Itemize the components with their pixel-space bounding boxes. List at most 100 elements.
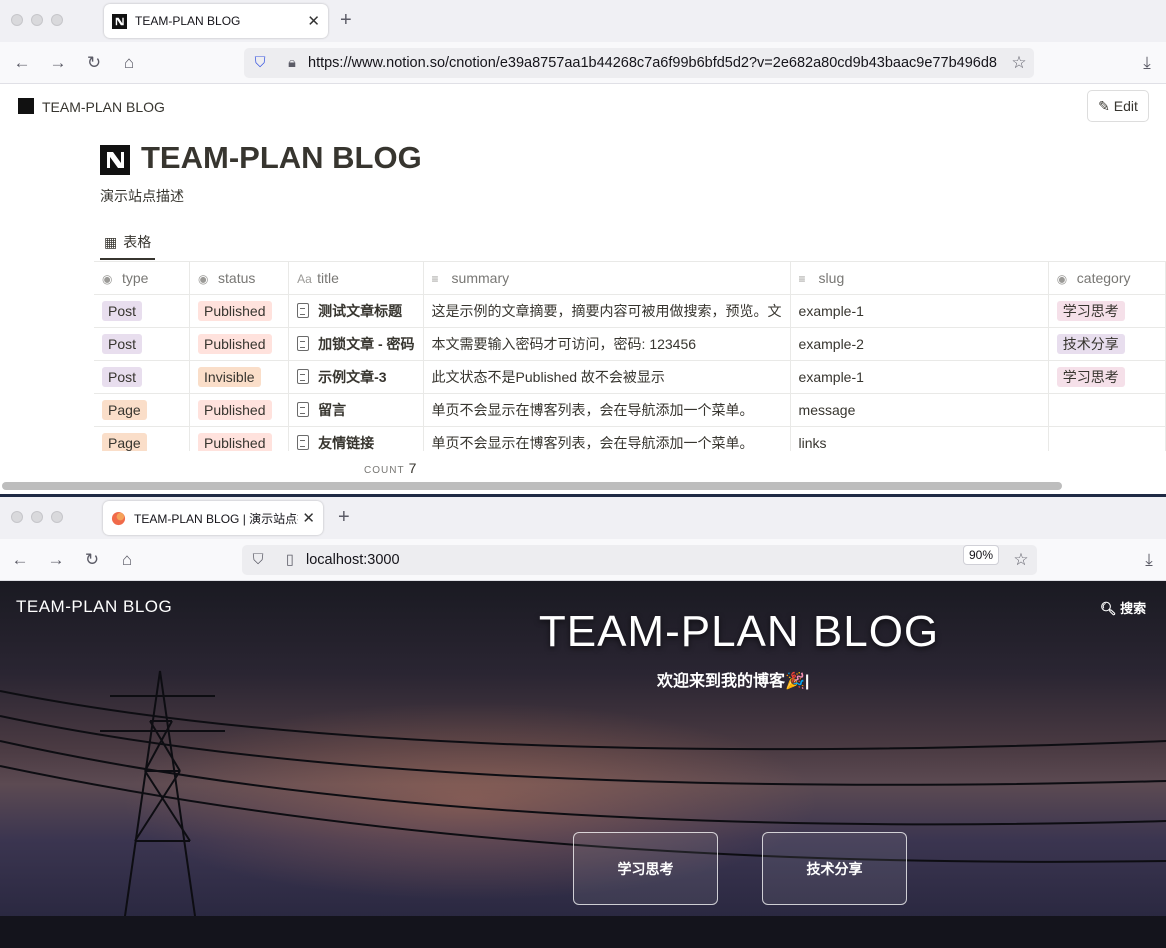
table-header-row: ◉ type ◉ status Aa title ≡ summary ≡ slug ◉ ca…: [94, 262, 1166, 295]
table-row[interactable]: Page Published 留言 单页不会显示在博客列表，会在导航添加一个菜单…: [94, 393, 1166, 427]
downloads-icon[interactable]: ⤓: [1138, 549, 1160, 571]
horizontal-scrollbar[interactable]: [2, 482, 1062, 490]
summary-cell: 此文状态不是Published 故不会被显示: [423, 360, 791, 394]
home-icon[interactable]: ⌂: [116, 549, 138, 571]
status-tag: Invisible: [198, 366, 261, 387]
slug-cell: links: [790, 426, 1049, 451]
forward-arrow-icon[interactable]: →: [45, 549, 67, 571]
shield-icon[interactable]: ⛉: [250, 552, 266, 568]
workspace-name[interactable]: TEAM-PLAN BLOG: [42, 99, 165, 115]
column-header-title[interactable]: Aa title: [288, 262, 424, 295]
shield-icon[interactable]: ⛉: [252, 55, 268, 71]
slug-cell: example-2: [790, 327, 1049, 361]
page-icon: ▯: [286, 552, 294, 568]
type-tag: Post: [102, 300, 143, 321]
category-button-tech[interactable]: 技术分享: [762, 832, 907, 905]
browser-tab[interactable]: TEAM-PLAN BLOG ✕: [104, 4, 328, 38]
minimize-window-button[interactable]: [31, 14, 43, 26]
table-row[interactable]: Post Invisible 示例文章-3 此文状态不是Published 故不…: [94, 360, 1166, 394]
column-header-summary[interactable]: ≡ summary: [423, 262, 791, 295]
url-text: https://www.notion.so/cnotion/e39a8757aa…: [308, 55, 997, 71]
new-tab-button[interactable]: +: [340, 9, 352, 32]
summary-cell: 本文需要输入密码才可访问，密码: 123456: [423, 327, 791, 361]
column-header-category[interactable]: ◉ category: [1048, 262, 1166, 295]
downloads-icon[interactable]: ⤓: [1136, 52, 1158, 74]
blog-favicon-icon: [111, 511, 126, 525]
column-header-slug[interactable]: ≡ slug: [790, 262, 1049, 295]
window-controls: [11, 14, 63, 26]
row-count: COUNT 7: [364, 460, 418, 476]
document-icon: [297, 368, 310, 384]
forward-arrow-icon[interactable]: →: [47, 52, 69, 74]
table-icon: ▦: [104, 233, 118, 250]
title-cell[interactable]: 示例文章-3: [288, 360, 424, 394]
zoom-window-button[interactable]: [51, 511, 63, 523]
hero-banner: TEAM-PLAN BLOG 🔍︎ 搜索 TEAM-PLAN BLOG 欢迎来到…: [0, 581, 1166, 948]
address-bar[interactable]: ⛉ 🔒︎ https://www.notion.so/cnotion/e39a8…: [244, 48, 1034, 78]
blog-browser-window: TEAM-PLAN BLOG | 演示站点描述 ✕ + ← → ↻ ⌂ ⛉ ▯ …: [0, 494, 1166, 948]
column-header-status[interactable]: ◉ status: [189, 262, 290, 295]
tab-bar: TEAM-PLAN BLOG ✕ +: [0, 0, 1166, 42]
home-icon[interactable]: ⌂: [118, 52, 140, 74]
new-tab-button[interactable]: +: [338, 506, 350, 529]
bookmark-star-icon[interactable]: ☆: [1008, 52, 1030, 74]
edit-button[interactable]: ✎ Edit: [1087, 90, 1149, 122]
close-tab-icon[interactable]: ✕: [307, 12, 320, 30]
title-cell[interactable]: 友情链接: [288, 426, 424, 451]
browser-tab[interactable]: TEAM-PLAN BLOG | 演示站点描述 ✕: [103, 501, 323, 535]
reload-icon[interactable]: ↻: [81, 549, 103, 571]
category-button-study[interactable]: 学习思考: [573, 832, 718, 905]
zoom-window-button[interactable]: [51, 14, 63, 26]
close-window-button[interactable]: [11, 14, 23, 26]
notion-topbar: TEAM-PLAN BLOG ✎ Edit: [0, 84, 1166, 130]
status-tag: Published: [198, 399, 272, 420]
row-count-value: 7: [408, 460, 418, 476]
document-icon: [297, 401, 310, 417]
page-description: 演示站点描述: [100, 188, 184, 204]
close-tab-icon[interactable]: ✕: [302, 509, 315, 527]
page-title: TEAM-PLAN BLOG: [141, 140, 422, 175]
url-text: localhost:3000: [306, 552, 400, 568]
zoom-level[interactable]: 90%: [963, 545, 1000, 565]
nav-bar: ← → ↻ ⌂ ⛉ ▯ localhost:3000 90% ☆ ⤓: [0, 539, 1166, 581]
summary-cell: 这是示例的文章摘要，摘要内容可被用做搜索，预览。文: [423, 294, 791, 328]
status-tag: Published: [198, 300, 272, 321]
column-header-type[interactable]: ◉ type: [94, 262, 191, 295]
lock-icon[interactable]: 🔒︎: [284, 55, 300, 71]
type-tag: Post: [102, 333, 143, 354]
lines-prop-icon: ≡: [798, 271, 806, 286]
table-row[interactable]: Page Published 友情链接 单页不会显示在博客列表，会在导航添加一个…: [94, 426, 1166, 451]
document-icon: [297, 302, 310, 318]
workspace-logo-icon: [18, 98, 34, 114]
title-cell[interactable]: 留言: [288, 393, 424, 427]
status-tag: Published: [198, 333, 272, 354]
status-tag: Published: [198, 432, 272, 451]
table-row[interactable]: Post Published 测试文章标题 这是示例的文章摘要，摘要内容可被用做…: [94, 294, 1166, 328]
window-controls: [11, 511, 63, 523]
table-view-tab[interactable]: ▦ 表格: [100, 226, 156, 260]
tab-title: TEAM-PLAN BLOG: [135, 14, 241, 28]
text-prop-icon: Aa: [297, 271, 312, 286]
minimize-window-button[interactable]: [31, 511, 43, 523]
title-cell[interactable]: 测试文章标题: [288, 294, 424, 328]
title-cell[interactable]: 加锁文章 - 密码: [288, 327, 424, 361]
nav-bar: ← → ↻ ⌂ ⛉ 🔒︎ https://www.notion.so/cnoti…: [0, 42, 1166, 84]
reload-icon[interactable]: ↻: [83, 52, 105, 74]
page-icon: [100, 145, 130, 175]
back-arrow-icon[interactable]: ←: [11, 52, 33, 74]
close-window-button[interactable]: [11, 511, 23, 523]
tab-bar: TEAM-PLAN BLOG | 演示站点描述 ✕ +: [0, 497, 1166, 539]
address-bar[interactable]: ⛉ ▯ localhost:3000: [242, 545, 1037, 575]
document-icon: [297, 434, 310, 450]
category-tag: 学习思考: [1056, 366, 1125, 387]
table-row[interactable]: Post Published 加锁文章 - 密码 本文需要输入密码才可访问，密码…: [94, 327, 1166, 361]
pencil-icon: ✎: [1098, 97, 1110, 114]
tab-title: TEAM-PLAN BLOG | 演示站点描述: [134, 511, 298, 526]
back-arrow-icon[interactable]: ←: [9, 549, 31, 571]
bookmark-star-icon[interactable]: ☆: [1010, 549, 1032, 571]
document-icon: [297, 335, 310, 351]
slug-cell: example-1: [790, 360, 1049, 394]
view-tab-label: 表格: [123, 234, 152, 250]
notion-browser-window: TEAM-PLAN BLOG ✕ + ← → ↻ ⌂ ⛉ 🔒︎ https://…: [0, 0, 1166, 494]
type-tag: Post: [102, 366, 143, 387]
